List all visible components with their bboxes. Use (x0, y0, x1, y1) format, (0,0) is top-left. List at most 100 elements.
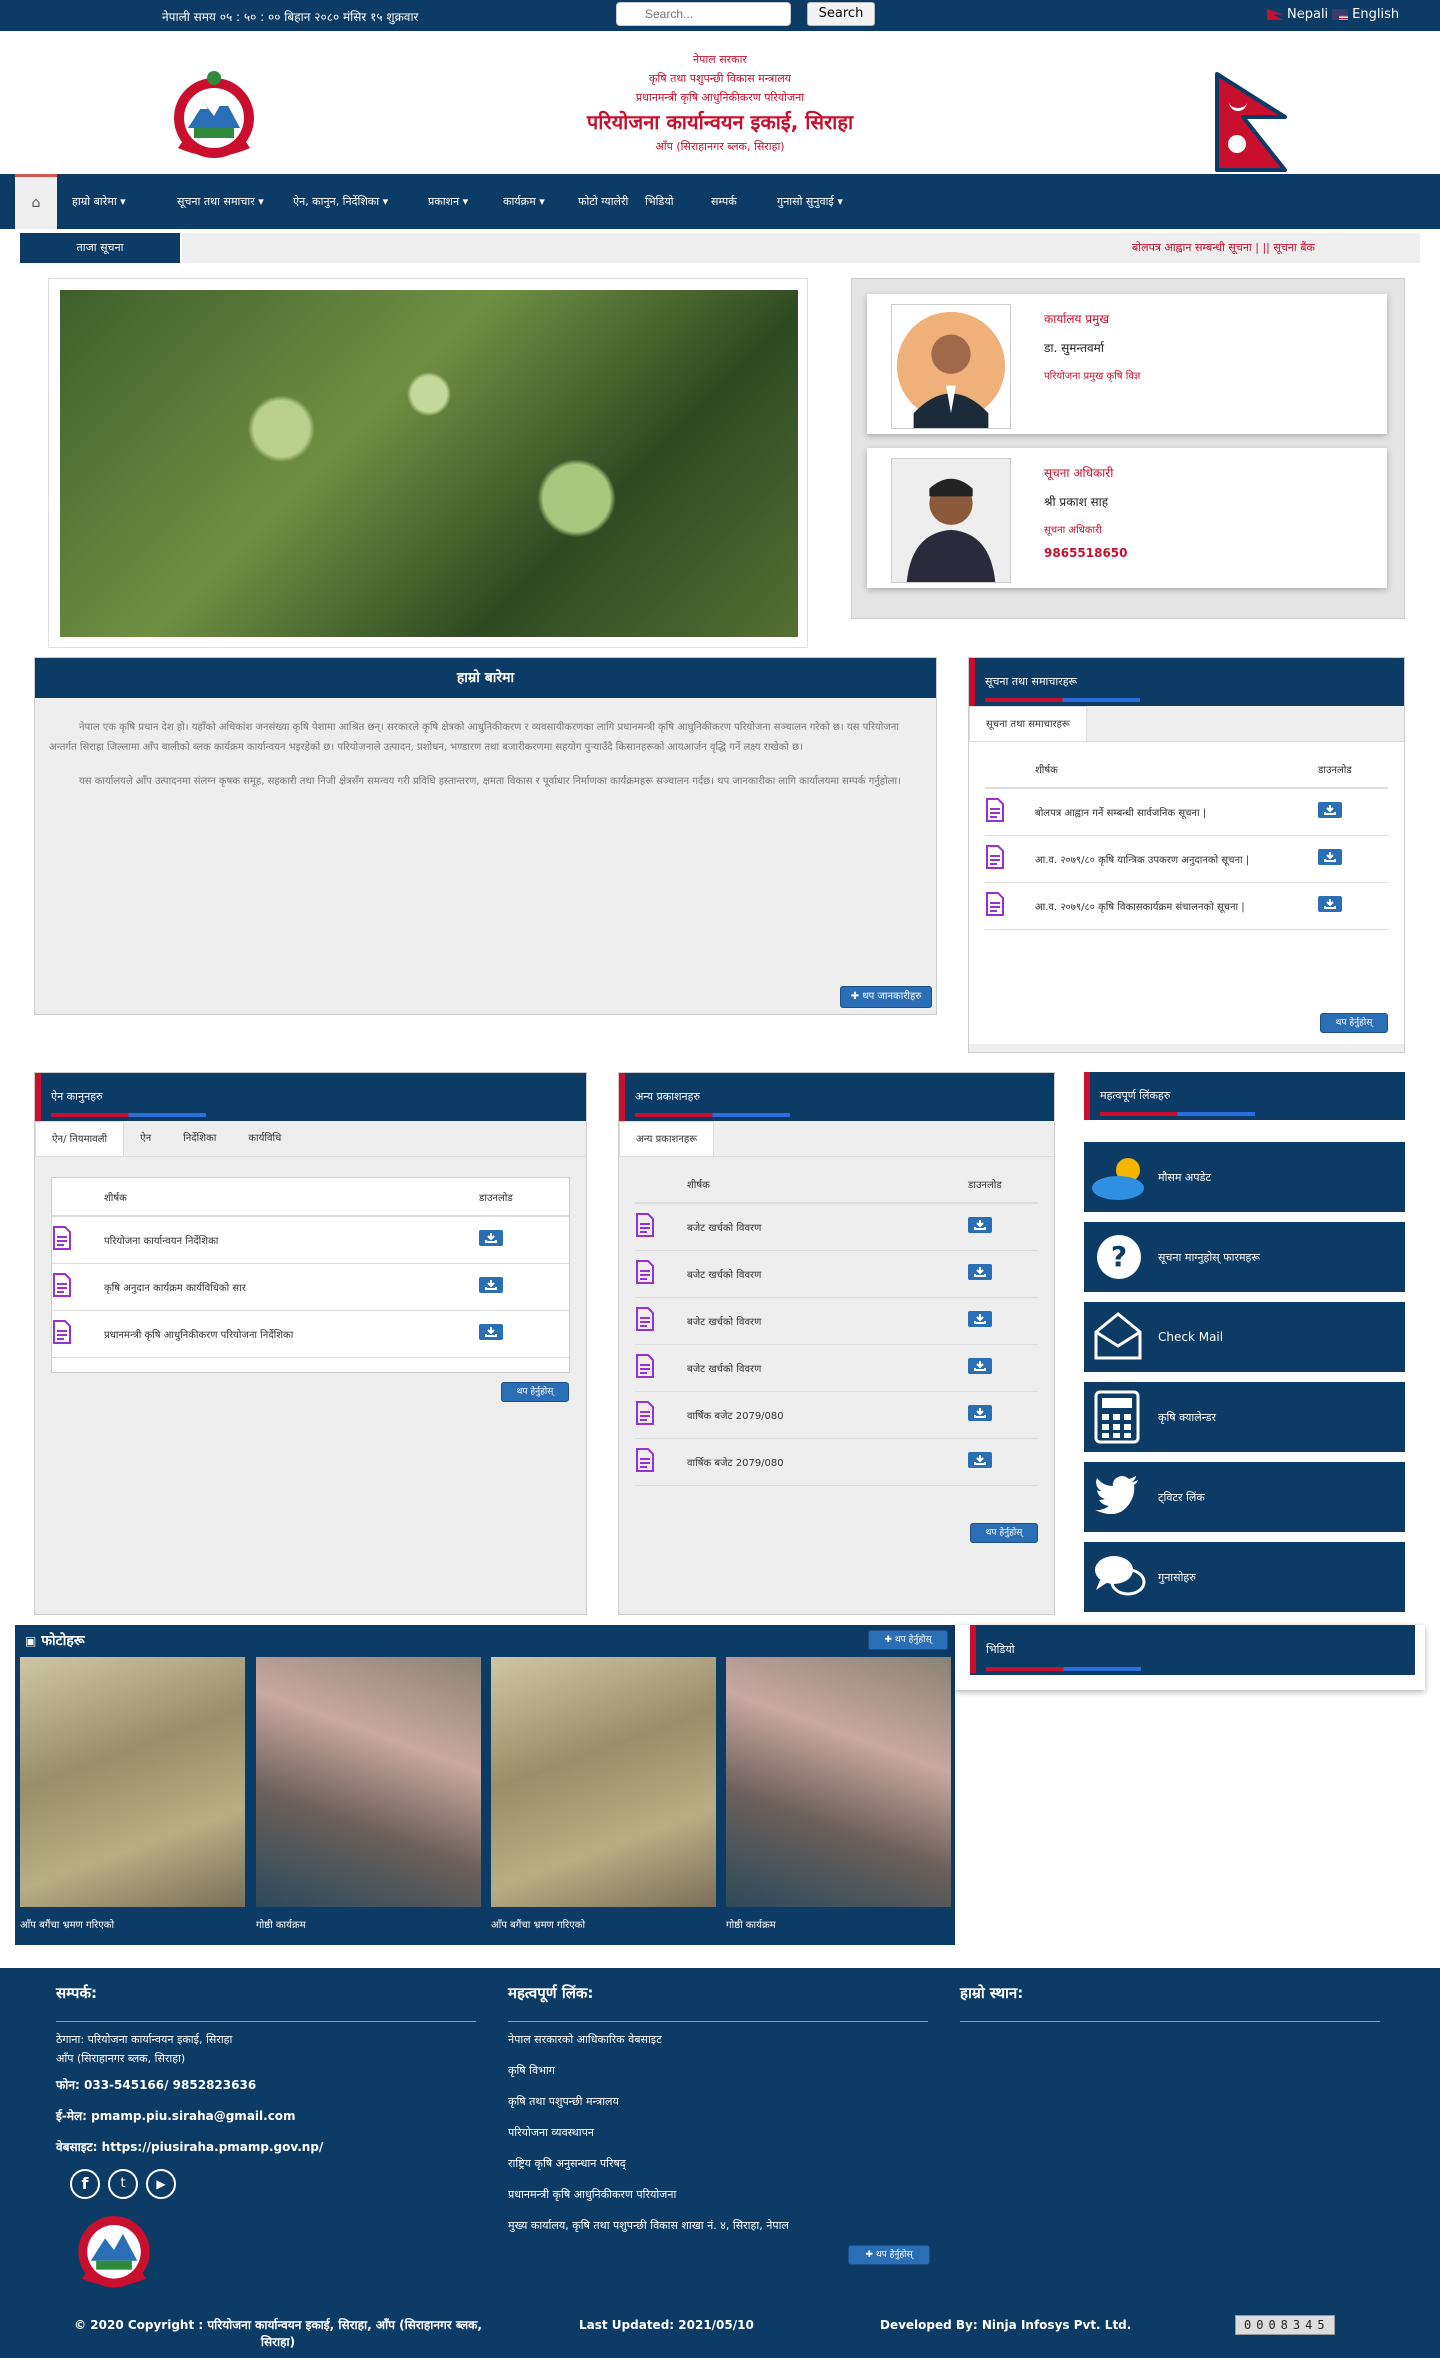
home-icon[interactable]: ⌂ (15, 174, 57, 229)
download-icon[interactable] (1318, 896, 1342, 912)
nav-about[interactable]: हाम्रो बारेमा ▾ (72, 174, 126, 229)
gallery-photo-1[interactable] (20, 1657, 245, 1907)
gallery-more-button[interactable]: ✚ थप हेर्नुहोस् (868, 1630, 948, 1650)
footer-link[interactable]: कृषि विभाग (508, 2063, 928, 2078)
tab-notices[interactable]: सूचना तथा समाचारहरू (969, 706, 1087, 741)
notices-more-button[interactable]: थप हेर्नुहोस् (1320, 1013, 1388, 1033)
table-row: बजेट खर्चको विवरण (635, 1297, 1038, 1345)
nepal-flag-icon[interactable] (1267, 9, 1283, 20)
quicklink-weather[interactable]: मौसम अपडेट (1084, 1142, 1405, 1212)
gallery-photo-2[interactable] (256, 1657, 481, 1907)
footer-link[interactable]: मुख्य कार्यालय, कृषि तथा पशुपन्छी विकास … (508, 2218, 928, 2233)
footer-link[interactable]: कृषि तथा पशुपन्छी मन्त्रालय (508, 2094, 928, 2109)
tab-acts[interactable]: ऐन (124, 1121, 167, 1156)
footer-link[interactable]: प्रधानमन्त्री कृषि आधुनिकीकरण परियोजना (508, 2187, 928, 2202)
download-icon[interactable] (968, 1217, 992, 1234)
act-title[interactable]: परियोजना कार्यान्वयन निर्देशिका (104, 1216, 479, 1264)
tab-directives[interactable]: निर्देशिका (167, 1121, 232, 1156)
act-title[interactable]: कृषि अनुदान कार्यक्रम कार्यविधिको सार (104, 1263, 479, 1311)
publication-title[interactable]: वार्षिक बजेट 2079/080 (687, 1391, 968, 1439)
quicklink-check-mail[interactable]: Check Mail (1084, 1302, 1405, 1372)
chief-title: परियोजना प्रमुख कृषि विज्ञ (1044, 371, 1141, 382)
download-icon[interactable] (479, 1277, 503, 1293)
nav-publications[interactable]: प्रकाशन ▾ (428, 174, 468, 229)
quicklink-info-request[interactable]: ? सूचना माग्नुहोस् फारमहरू (1084, 1222, 1405, 1292)
notice-title[interactable]: आ.व. २०७९/८० कृषि यान्त्रिक उपकरण अनुदान… (1035, 835, 1318, 883)
nav-video[interactable]: भिडियो (645, 174, 674, 229)
footer-link[interactable]: नेपाल सरकारको आधिकारिक वेबसाइट (508, 2032, 928, 2047)
footer-email[interactable]: ई-मेल: pmamp.piu.siraha@gmail.com (56, 2107, 476, 2124)
top-bar: नेपाली समय ०५ : ५० : ०० बिहान २०८० मंसिर… (0, 0, 1440, 31)
footer-link[interactable]: राष्ट्रिय कृषि अनुसन्धान परिषद् (508, 2156, 928, 2171)
search-input[interactable] (616, 2, 791, 26)
download-icon[interactable] (479, 1230, 503, 1247)
footer-link[interactable]: परियोजना व्यवस्थापन (508, 2125, 928, 2140)
nav-acts[interactable]: ऐन, कानुन, निर्देशिका ▾ (293, 174, 388, 229)
twitter-icon (1095, 1476, 1138, 1514)
about-section: हाम्रो बारेमा नेपाल एक कृषि प्रधान देश ह… (34, 657, 937, 1015)
document-icon (635, 1307, 655, 1331)
download-icon[interactable] (479, 1324, 503, 1340)
download-icon[interactable] (968, 1264, 992, 1280)
acts-header: ऐन कानुनहरु (35, 1073, 586, 1121)
footer-developer[interactable]: Developed By: Ninja Infosys Pvt. Ltd. (880, 2318, 1131, 2332)
footer-contact-heading: सम्पर्क: (56, 1983, 476, 2022)
publication-title[interactable]: बजेट खर्चको विवरण (687, 1344, 968, 1392)
search-button[interactable]: Search (807, 2, 875, 26)
twitter-icon[interactable]: t (108, 2169, 138, 2199)
lang-english-link[interactable]: English (1352, 7, 1399, 22)
ticker-text[interactable]: बोलपत्र आह्वान सम्बन्धी सूचना | || सूचना… (1132, 233, 1315, 263)
document-icon (635, 1260, 655, 1284)
gallery-photo-3[interactable] (491, 1657, 716, 1907)
nepal-emblem-logo[interactable] (158, 68, 270, 164)
nav-news[interactable]: सूचना तथा समाचार ▾ (177, 174, 264, 229)
gallery-photo-4[interactable] (726, 1657, 951, 1907)
about-heading: हाम्रो बारेमा (35, 658, 936, 698)
publication-title[interactable]: बजेट खर्चको विवरण (687, 1203, 968, 1251)
footer-map: हाम्रो स्थान: (960, 1983, 1380, 2022)
download-icon[interactable] (968, 1452, 992, 1468)
notice-title[interactable]: बोलपत्र आह्वान गर्ने सम्बन्धी सार्वजनिक … (1035, 788, 1318, 836)
footer-links-heading: महत्वपूर्ण लिंक: (508, 1983, 928, 2022)
gallery-caption: आँप बगैंचा भ्रमण गरिएको (491, 1920, 586, 1931)
nav-photo-gallery[interactable]: फोटो ग्यालेरी (578, 174, 628, 229)
image-slider[interactable] (48, 278, 808, 648)
nav-contact[interactable]: सम्पर्क (711, 174, 737, 229)
lang-nepali-link[interactable]: Nepali (1287, 7, 1328, 22)
notice-title[interactable]: आ.व. २०७९/८० कृषि विकासकार्यक्रम संचालनक… (1035, 882, 1318, 930)
act-title[interactable]: प्रधानमन्त्री कृषि आधुनिकीकरण परियोजना न… (104, 1310, 479, 1358)
publication-title[interactable]: बजेट खर्चको विवरण (687, 1297, 968, 1345)
tab-publications[interactable]: अन्य प्रकाशनहरू (619, 1121, 714, 1156)
download-icon[interactable] (968, 1311, 992, 1327)
about-more-button[interactable]: ✚ थप जानकारीहरु (840, 986, 932, 1008)
quicklink-grievance[interactable]: गुनासोहरु (1084, 1542, 1405, 1612)
chief-photo (891, 304, 1011, 429)
video-section: भिडियो (955, 1625, 1425, 1690)
publications-more-button[interactable]: थप हेर्नुहोस् (970, 1523, 1038, 1543)
us-flag-icon[interactable] (1332, 9, 1349, 20)
publication-title[interactable]: वार्षिक बजेट 2079/080 (687, 1438, 968, 1486)
gallery-caption: आँप बगैंचा भ्रमण गरिएको (20, 1920, 115, 1931)
nav-grievance[interactable]: गुनासो सुनुवाई ▾ (777, 174, 843, 229)
footer-links-more-button[interactable]: ✚ थप हेर्नुहोस् (848, 2245, 930, 2265)
facebook-icon[interactable]: f (70, 2169, 100, 2199)
calculator-icon (1094, 1390, 1140, 1444)
language-switcher: Nepali English (1267, 7, 1399, 22)
tab-acts-regulations[interactable]: ऐन/ नियमावली (35, 1121, 125, 1156)
nav-programs[interactable]: कार्यक्रम ▾ (503, 174, 545, 229)
news-ticker[interactable]: बोलपत्र आह्वान सम्बन्धी सूचना | || सूचना… (182, 233, 1420, 263)
download-icon[interactable] (1318, 849, 1342, 865)
youtube-icon[interactable]: ▶ (146, 2169, 176, 2199)
quicklink-label: मौसम अपडेट (1158, 1171, 1212, 1184)
chat-icon (1095, 1556, 1146, 1596)
publication-title[interactable]: बजेट खर्चको विवरण (687, 1250, 968, 1298)
tab-procedures[interactable]: कार्यविधि (232, 1121, 297, 1156)
download-icon[interactable] (968, 1358, 992, 1374)
footer-website[interactable]: वेबसाइट: https://piusiraha.pmamp.gov.np/ (56, 2138, 476, 2155)
quicklink-calendar[interactable]: कृषि क्यालेन्डर (1084, 1382, 1405, 1452)
footer-emblem-logo (78, 2216, 150, 2288)
acts-more-button[interactable]: थप हेर्नुहोस् (501, 1382, 569, 1402)
quicklink-twitter[interactable]: ट्विटर लिंक (1084, 1462, 1405, 1532)
download-icon[interactable] (1318, 802, 1342, 819)
download-icon[interactable] (968, 1405, 992, 1421)
